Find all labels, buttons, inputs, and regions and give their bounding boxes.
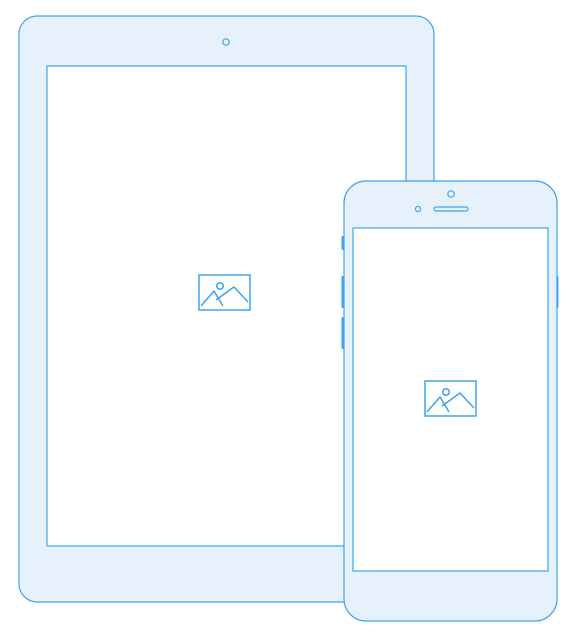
phone-device	[341, 180, 559, 622]
device-mockup-illustration	[18, 15, 559, 622]
